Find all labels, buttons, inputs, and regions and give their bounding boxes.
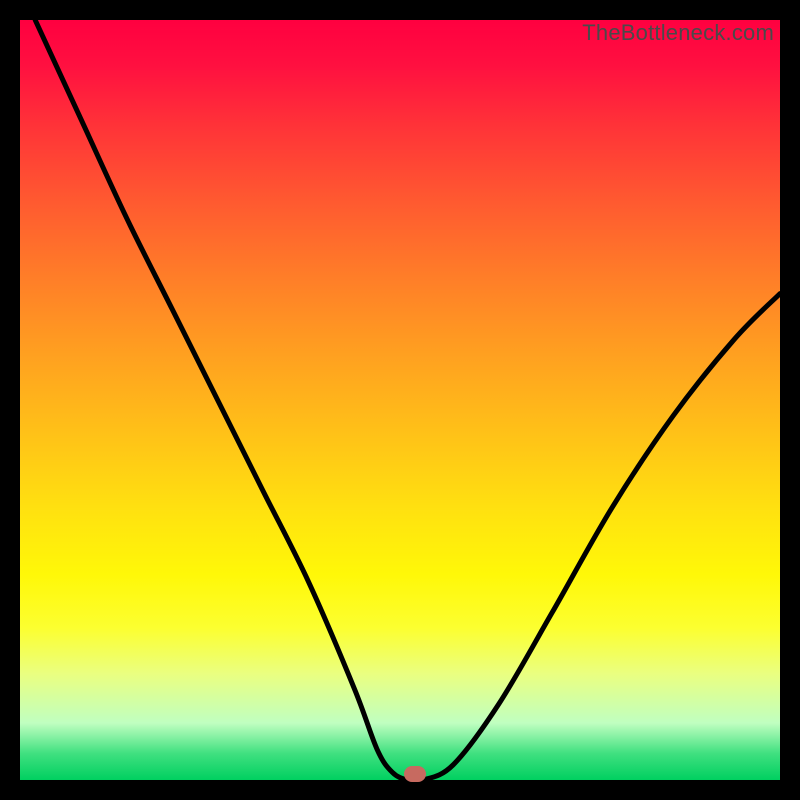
bottleneck-curve [20, 20, 780, 780]
optimal-point-marker [404, 766, 426, 782]
curve-path [35, 20, 780, 781]
chart-plot-area: TheBottleneck.com [20, 20, 780, 780]
